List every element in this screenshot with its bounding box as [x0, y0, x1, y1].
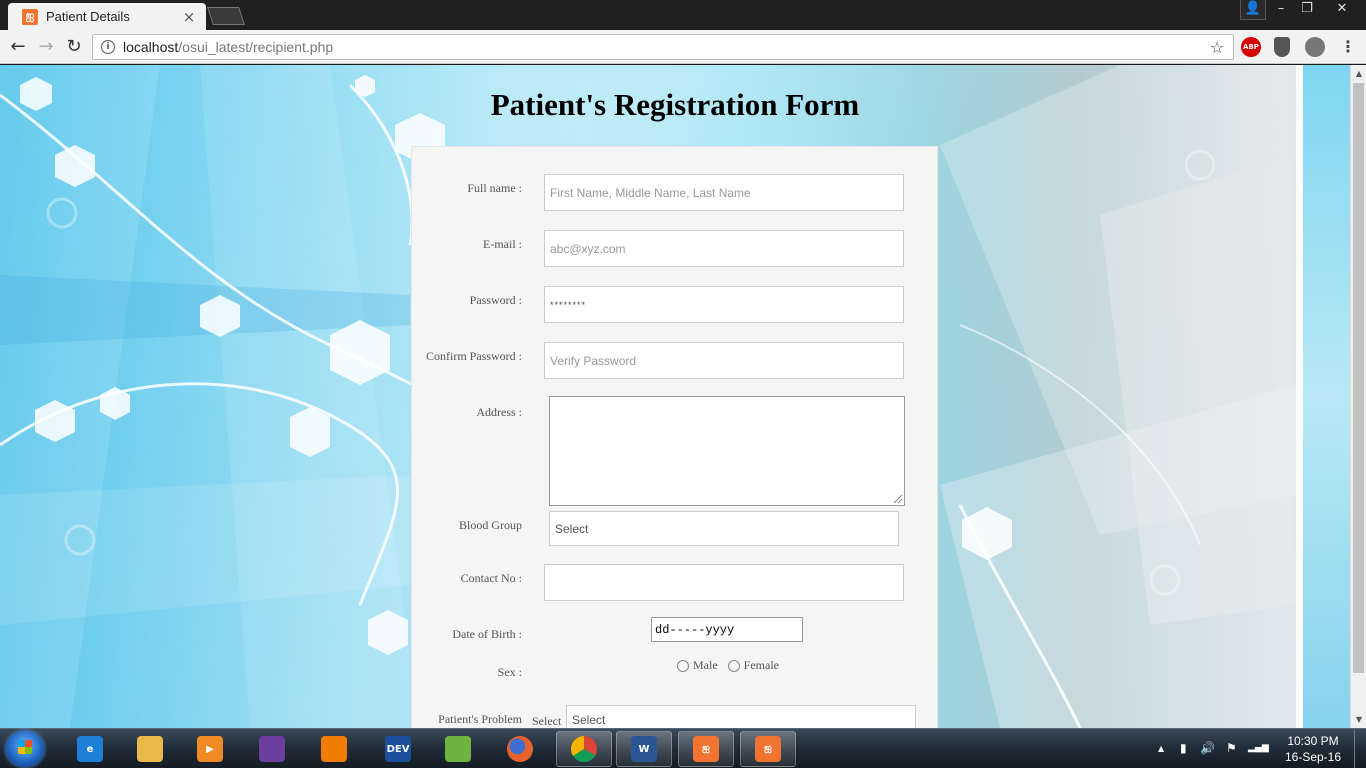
- url-host: localhost: [123, 39, 179, 55]
- reload-button[interactable]: ↻: [62, 35, 86, 59]
- visual-studio-icon: [259, 736, 285, 762]
- profile-icon[interactable]: 👤: [1240, 0, 1266, 20]
- xampp-favicon-icon: ஐ: [22, 8, 38, 25]
- page-scrollbar[interactable]: ▲ ▼: [1350, 65, 1366, 728]
- xampp-icon: ஐ: [693, 736, 719, 762]
- vlc-icon: [321, 736, 347, 762]
- contact-label: Contact No :: [460, 571, 522, 585]
- windows-logo-icon: [18, 740, 32, 754]
- tab-title: Patient Details: [46, 9, 130, 24]
- firefox-taskbar-button[interactable]: [492, 731, 548, 767]
- browser-tabstrip: ஐ Patient Details × 👤 – ❐ ✕: [0, 0, 1366, 30]
- male-radio[interactable]: [677, 659, 689, 672]
- visual-studio-taskbar-button[interactable]: [244, 731, 300, 767]
- sex-label: Sex :: [497, 665, 522, 679]
- blood-group-select[interactable]: Select: [549, 511, 899, 546]
- dob-label: Date of Birth :: [452, 627, 522, 641]
- maximize-button[interactable]: ❐: [1294, 0, 1320, 20]
- clock-date: 16-Sep-16: [1284, 750, 1342, 764]
- bookmark-star-icon[interactable]: ☆: [1205, 38, 1229, 57]
- contact-input[interactable]: [544, 564, 904, 601]
- back-button[interactable]: ←: [6, 35, 30, 59]
- female-label: Female: [743, 658, 779, 672]
- word-icon: W: [631, 736, 657, 762]
- vlc-taskbar-button[interactable]: [306, 731, 362, 767]
- chrome-menu-icon[interactable]: ⋮: [1340, 37, 1356, 57]
- full-name-label: Full name :: [467, 181, 522, 195]
- xampp-taskbar-button[interactable]: ஐ: [678, 731, 734, 767]
- battery-icon[interactable]: ▮: [1180, 741, 1187, 755]
- forward-button[interactable]: →: [34, 35, 58, 59]
- chrome-taskbar-button[interactable]: [556, 731, 612, 767]
- xampp-control-taskbar-button[interactable]: ஐ: [740, 731, 796, 767]
- resize-grip-icon[interactable]: [894, 495, 902, 503]
- clock-time: 10:30 PM: [1287, 734, 1339, 748]
- adblock-plus-icon[interactable]: ABP: [1241, 37, 1261, 57]
- ie-icon: e: [77, 736, 103, 762]
- minimize-button[interactable]: –: [1268, 0, 1294, 20]
- email-label: E-mail :: [483, 237, 522, 251]
- page-viewport: Patient's Registration Form Full name : …: [0, 65, 1350, 728]
- ghostery-icon[interactable]: [1305, 37, 1325, 57]
- tray-expand-icon[interactable]: ▲: [1158, 744, 1164, 753]
- problem-label: Patient's Problem: [438, 712, 522, 726]
- volume-icon[interactable]: 🔊: [1200, 741, 1215, 755]
- ie-taskbar-button[interactable]: e: [62, 731, 118, 767]
- new-tab-button[interactable]: [207, 7, 245, 25]
- background-divider: [1296, 65, 1303, 728]
- background-right-panel: [1303, 65, 1350, 728]
- password-label: Password :: [469, 293, 522, 307]
- firefox-icon: [507, 736, 533, 762]
- devcpp-icon: DEV: [385, 736, 411, 762]
- confirm-password-input[interactable]: Verify Password: [544, 342, 904, 379]
- tab-close-icon[interactable]: ×: [180, 8, 198, 26]
- male-label: Male: [693, 658, 718, 672]
- info-icon[interactable]: i: [101, 40, 115, 54]
- close-window-button[interactable]: ✕: [1322, 0, 1362, 20]
- email-input[interactable]: abc@xyz.com: [544, 230, 904, 267]
- browser-toolbar: ← → ↻ i localhost/osui_latest/recipient.…: [0, 30, 1366, 64]
- female-radio[interactable]: [727, 659, 740, 672]
- explorer-taskbar-button[interactable]: [122, 731, 178, 767]
- media-player-taskbar-button[interactable]: ▶: [182, 731, 238, 767]
- url-path: /osui_latest/recipient.php: [178, 39, 334, 55]
- shield-extension-icon[interactable]: [1274, 37, 1290, 57]
- confirm-password-label: Confirm Password :: [426, 349, 522, 363]
- xampp-control-icon: ஐ: [755, 736, 781, 762]
- password-input[interactable]: ********: [544, 286, 904, 323]
- notepadpp-taskbar-button[interactable]: [430, 731, 486, 767]
- network-signal-icon[interactable]: ▂▄▆: [1248, 743, 1269, 753]
- problem-prefix: Select: [532, 714, 562, 728]
- registration-form: Full name : First Name, Middle Name, Las…: [411, 146, 938, 728]
- action-center-flag-icon[interactable]: ⚑: [1226, 741, 1237, 755]
- browser-tab[interactable]: ஐ Patient Details ×: [8, 3, 206, 30]
- full-name-input[interactable]: First Name, Middle Name, Last Name: [544, 174, 904, 211]
- scroll-down-icon[interactable]: ▼: [1354, 715, 1364, 724]
- chrome-icon: [571, 736, 597, 762]
- explorer-icon: [137, 736, 163, 762]
- url-text[interactable]: localhost/osui_latest/recipient.php: [123, 39, 1205, 55]
- address-textarea[interactable]: [549, 396, 905, 506]
- dob-input[interactable]: dd-----yyyy: [651, 617, 803, 642]
- scroll-up-icon[interactable]: ▲: [1354, 69, 1364, 78]
- page-title: Patient's Registration Form: [490, 87, 860, 122]
- problem-select[interactable]: Select: [566, 705, 916, 728]
- address-label: Address :: [476, 405, 522, 419]
- address-bar[interactable]: i localhost/osui_latest/recipient.php ☆: [92, 34, 1234, 60]
- windows-taskbar: e ▶ DEV W ஐ ஐ ▲ ▮ 🔊 ⚑ ▂▄▆ 10:30 PM 16-Sep-16: [0, 728, 1366, 768]
- notepadpp-icon: [445, 736, 471, 762]
- word-taskbar-button[interactable]: W: [616, 731, 672, 767]
- sex-radio-group: Male Female: [677, 658, 779, 673]
- media-player-icon: ▶: [197, 736, 223, 762]
- start-button[interactable]: [6, 731, 44, 767]
- show-desktop-button[interactable]: [1354, 729, 1366, 768]
- taskbar-clock[interactable]: 10:30 PM 16-Sep-16: [1276, 733, 1350, 765]
- blood-group-label: Blood Group: [459, 518, 522, 532]
- scroll-thumb[interactable]: [1353, 83, 1364, 673]
- devcpp-taskbar-button[interactable]: DEV: [370, 731, 426, 767]
